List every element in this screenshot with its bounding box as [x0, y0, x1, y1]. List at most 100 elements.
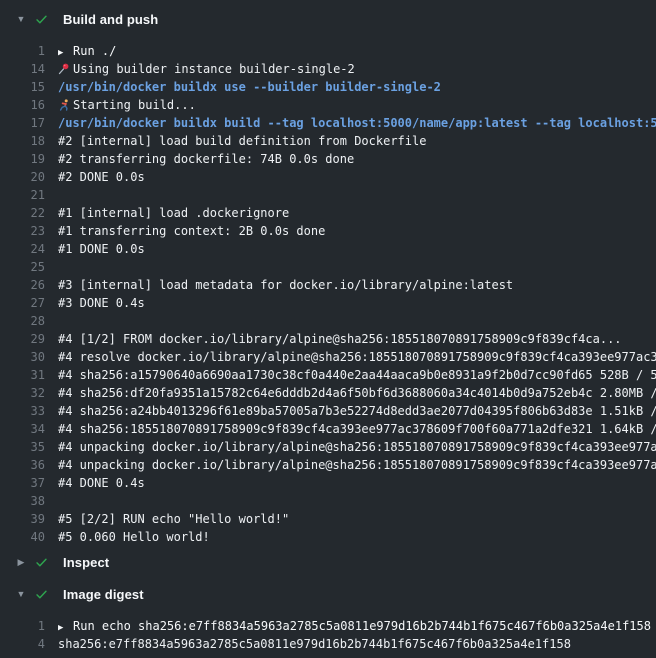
line-number[interactable]: 35 — [0, 438, 45, 456]
pushpin-icon — [58, 61, 73, 79]
line-number[interactable]: 20 — [0, 168, 45, 186]
line-number[interactable]: 1 — [0, 42, 45, 60]
log-section: ▼ Image digest 1 ▶Run echo sha256:e7ff88… — [0, 580, 656, 655]
log-line: 27 #3 DONE 0.4s — [0, 294, 656, 312]
line-content — [45, 492, 656, 510]
line-number[interactable]: 25 — [0, 258, 45, 276]
log-line: 17 /usr/bin/docker buildx build --tag lo… — [0, 114, 656, 132]
line-content: #2 transferring dockerfile: 74B 0.0s don… — [45, 150, 656, 168]
line-number[interactable]: 16 — [0, 96, 45, 114]
line-number[interactable]: 34 — [0, 420, 45, 438]
log-line: 21 — [0, 186, 656, 204]
line-number[interactable]: 23 — [0, 222, 45, 240]
line-number[interactable]: 28 — [0, 312, 45, 330]
log-section: ▶ Inspect — [0, 548, 656, 576]
log-line: 16 Starting build... — [0, 96, 656, 114]
line-content: #3 [internal] load metadata for docker.i… — [45, 276, 656, 294]
line-number[interactable]: 32 — [0, 384, 45, 402]
log-line: 25 — [0, 258, 656, 276]
log-line: 20 #2 DONE 0.0s — [0, 168, 656, 186]
expand-group-icon: ▶ — [58, 44, 73, 60]
line-number[interactable]: 21 — [0, 186, 45, 204]
line-number[interactable]: 30 — [0, 348, 45, 366]
check-icon — [35, 13, 53, 26]
section-header-build-and-push[interactable]: ▼ Build and push — [0, 5, 656, 33]
log-line: 22 #1 [internal] load .dockerignore — [0, 204, 656, 222]
log-line[interactable]: 1 ▶Run echo sha256:e7ff8834a5963a2785c5a… — [0, 617, 656, 635]
line-number[interactable]: 27 — [0, 294, 45, 312]
line-content: #4 sha256:a24bb4013296f61e89ba57005a7b3e… — [45, 402, 656, 420]
log-section: ▼ Build and push 1 ▶Run ./ 14 Using buil… — [0, 5, 656, 548]
line-number[interactable]: 31 — [0, 366, 45, 384]
line-number[interactable]: 36 — [0, 456, 45, 474]
line-number[interactable]: 39 — [0, 510, 45, 528]
line-content: #5 [2/2] RUN echo "Hello world!" — [45, 510, 656, 528]
line-number[interactable]: 15 — [0, 78, 45, 96]
log-line: 36 #4 unpacking docker.io/library/alpine… — [0, 456, 656, 474]
log-line: 39 #5 [2/2] RUN echo "Hello world!" — [0, 510, 656, 528]
log-line: 24 #1 DONE 0.0s — [0, 240, 656, 258]
line-number[interactable]: 18 — [0, 132, 45, 150]
log-line: 4 sha256:e7ff8834a5963a2785c5a0811e979d1… — [0, 635, 656, 653]
log-line: 35 #4 unpacking docker.io/library/alpine… — [0, 438, 656, 456]
line-content: #4 sha256:df20fa9351a15782c64e6dddb2d4a6… — [45, 384, 656, 402]
line-content: Starting build... — [45, 96, 656, 114]
line-number[interactable]: 40 — [0, 528, 45, 546]
log-line: 23 #1 transferring context: 2B 0.0s done — [0, 222, 656, 240]
line-content: #4 [1/2] FROM docker.io/library/alpine@s… — [45, 330, 656, 348]
section-title: Image digest — [63, 587, 144, 602]
line-content: Using builder instance builder-single-2 — [45, 60, 656, 78]
line-content: #1 transferring context: 2B 0.0s done — [45, 222, 656, 240]
line-number[interactable]: 14 — [0, 60, 45, 78]
section-header-image-digest[interactable]: ▼ Image digest — [0, 580, 656, 608]
line-number[interactable]: 22 — [0, 204, 45, 222]
line-content: #1 DONE 0.0s — [45, 240, 656, 258]
line-number[interactable]: 37 — [0, 474, 45, 492]
line-content: #4 unpacking docker.io/library/alpine@sh… — [45, 456, 656, 474]
log-line[interactable]: 1 ▶Run ./ — [0, 42, 656, 60]
log-line: 38 — [0, 492, 656, 510]
section-title: Inspect — [63, 555, 109, 570]
line-content: #4 unpacking docker.io/library/alpine@sh… — [45, 438, 656, 456]
line-content: #3 DONE 0.4s — [45, 294, 656, 312]
log-line: 40 #5 0.060 Hello world! — [0, 528, 656, 546]
line-number[interactable]: 26 — [0, 276, 45, 294]
line-content — [45, 258, 656, 276]
line-number[interactable]: 29 — [0, 330, 45, 348]
line-content: #2 DONE 0.0s — [45, 168, 656, 186]
log-line: 33 #4 sha256:a24bb4013296f61e89ba57005a7… — [0, 402, 656, 420]
line-number[interactable]: 33 — [0, 402, 45, 420]
log-line: 26 #3 [internal] load metadata for docke… — [0, 276, 656, 294]
line-content: #5 0.060 Hello world! — [45, 528, 656, 546]
line-number[interactable]: 1 — [0, 617, 45, 635]
line-content: sha256:e7ff8834a5963a2785c5a0811e979d16b… — [45, 635, 656, 653]
line-content: #4 sha256:185518070891758909c9f839cf4ca3… — [45, 420, 656, 438]
log-line: 19 #2 transferring dockerfile: 74B 0.0s … — [0, 150, 656, 168]
line-content — [45, 312, 656, 330]
line-content — [45, 186, 656, 204]
log-line: 14 Using builder instance builder-single… — [0, 60, 656, 78]
log-viewer: ▼ Build and push 1 ▶Run ./ 14 Using buil… — [0, 5, 656, 655]
line-content: /usr/bin/docker buildx use --builder bui… — [45, 78, 656, 96]
log-line: 37 #4 DONE 0.4s — [0, 474, 656, 492]
line-content: #1 [internal] load .dockerignore — [45, 204, 656, 222]
line-content: ▶Run echo sha256:e7ff8834a5963a2785c5a08… — [45, 617, 656, 635]
line-content: ▶Run ./ — [45, 42, 656, 60]
log-line: 15 /usr/bin/docker buildx use --builder … — [0, 78, 656, 96]
check-icon — [35, 556, 53, 569]
line-content: #4 resolve docker.io/library/alpine@sha2… — [45, 348, 656, 366]
section-header-inspect[interactable]: ▶ Inspect — [0, 548, 656, 576]
line-number[interactable]: 17 — [0, 114, 45, 132]
chevron-down-icon: ▼ — [10, 580, 32, 608]
line-number[interactable]: 19 — [0, 150, 45, 168]
log-line: 29 #4 [1/2] FROM docker.io/library/alpin… — [0, 330, 656, 348]
log-line: 30 #4 resolve docker.io/library/alpine@s… — [0, 348, 656, 366]
line-number[interactable]: 24 — [0, 240, 45, 258]
line-content: /usr/bin/docker buildx build --tag local… — [45, 114, 656, 132]
log-line: 31 #4 sha256:a15790640a6690aa1730c38cf0a… — [0, 366, 656, 384]
line-number[interactable]: 38 — [0, 492, 45, 510]
line-number[interactable]: 4 — [0, 635, 45, 653]
line-content: #4 sha256:a15790640a6690aa1730c38cf0a440… — [45, 366, 656, 384]
log-lines: 1 ▶Run echo sha256:e7ff8834a5963a2785c5a… — [0, 608, 656, 655]
log-line: 34 #4 sha256:185518070891758909c9f839cf4… — [0, 420, 656, 438]
